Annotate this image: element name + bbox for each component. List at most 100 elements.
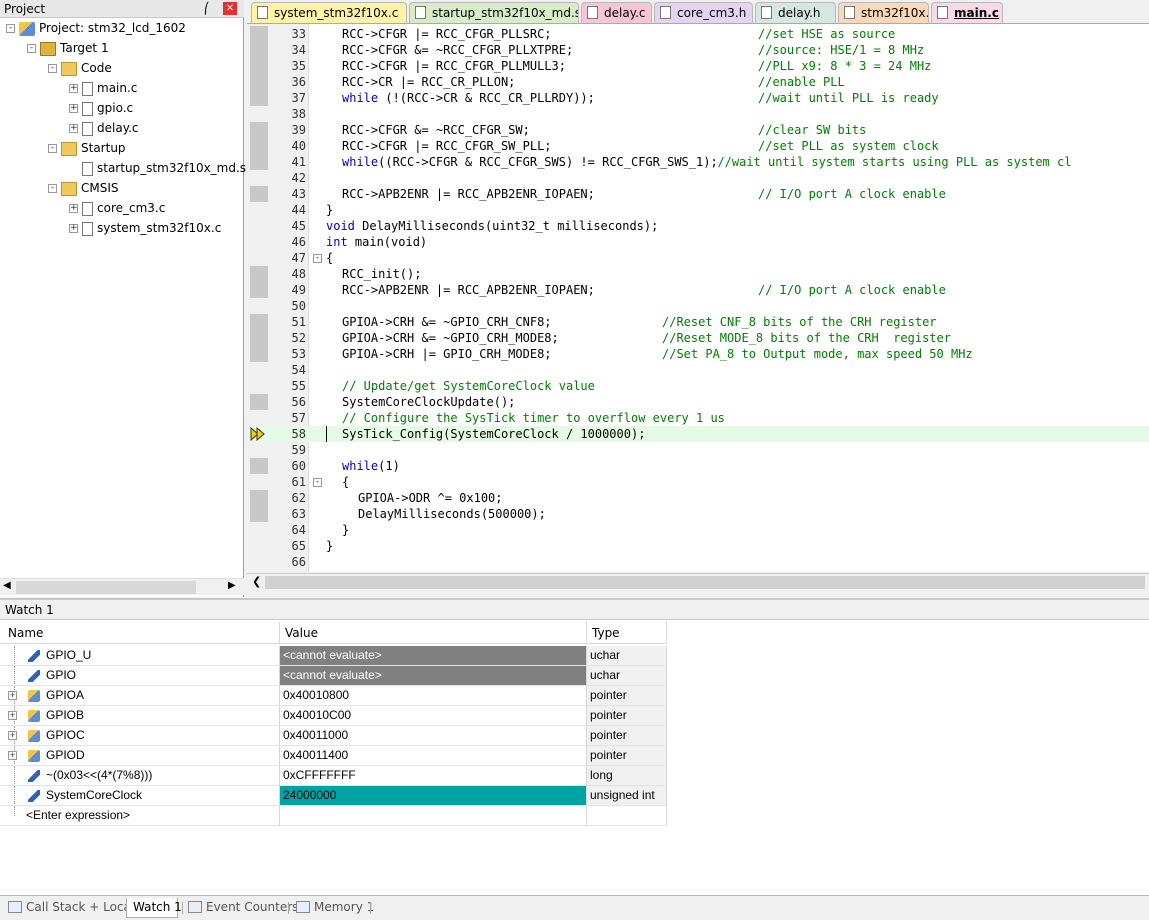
- expand-icon[interactable]: +: [8, 751, 17, 760]
- code-line[interactable]: 60 while(1): [247, 458, 1149, 474]
- watch-value-cell[interactable]: 0x40011400: [280, 746, 587, 766]
- tree-node[interactable]: + system_stm32f10x.c: [69, 218, 221, 238]
- watch-row[interactable]: + GPIOC 0x40011000 pointer: [0, 726, 667, 746]
- watch-name-cell[interactable]: GPIO: [0, 666, 280, 686]
- scrollbar-thumb[interactable]: [265, 576, 1145, 589]
- expand-icon[interactable]: +: [8, 711, 17, 720]
- watch-name-cell[interactable]: + GPIOB: [0, 706, 280, 726]
- code-line[interactable]: 62 GPIOA->ODR ^= 0x100;: [247, 490, 1149, 506]
- project-horizontal-scrollbar[interactable]: ◀ ▶: [0, 578, 244, 595]
- code-line[interactable]: 45 void DelayMilliseconds(uint32_t millis…: [247, 218, 1149, 234]
- column-header-name[interactable]: Name: [0, 622, 280, 644]
- editor-horizontal-scrollbar[interactable]: ❮: [247, 573, 1149, 590]
- tree-node[interactable]: + core_cm3.c: [69, 198, 165, 218]
- tree-node[interactable]: + main.c: [69, 78, 137, 98]
- editor-tab[interactable]: stm32f10x.h: [838, 2, 929, 23]
- editor-tab[interactable]: startup_stm32f10x_md.s: [409, 2, 579, 23]
- code-line[interactable]: 51 GPIOA->CRH &= ~GPIO_CRH_CNF8; //Reset C…: [247, 314, 1149, 330]
- code-line[interactable]: 47-{: [247, 250, 1149, 266]
- code-line[interactable]: 56 SystemCoreClockUpdate();: [247, 394, 1149, 410]
- code-line[interactable]: 40 RCC->CFGR |= RCC_CFGR_SW_PLL; //set PLL…: [247, 138, 1149, 154]
- scroll-left-icon[interactable]: ◀: [3, 580, 11, 591]
- watch-name-cell[interactable]: + GPIOC: [0, 726, 280, 746]
- code-line[interactable]: 55 // Update/get SystemCoreClock value: [247, 378, 1149, 394]
- code-line[interactable]: 38: [247, 106, 1149, 122]
- collapse-icon[interactable]: -: [48, 184, 57, 193]
- scrollbar-thumb[interactable]: [16, 581, 196, 594]
- watch-name-cell[interactable]: + GPIOD: [0, 746, 280, 766]
- code-line[interactable]: 41 while((RCC->CFGR & RCC_CFGR_SWS) != RC…: [247, 154, 1149, 170]
- code-line[interactable]: 53 GPIOA->CRH |= GPIO_CRH_MODE8; //Set PA_…: [247, 346, 1149, 362]
- expand-icon[interactable]: +: [69, 84, 78, 93]
- code-line[interactable]: 35 RCC->CFGR |= RCC_CFGR_PLLMULL3; //PLL x…: [247, 58, 1149, 74]
- expand-icon[interactable]: +: [69, 224, 78, 233]
- collapse-icon[interactable]: -: [6, 24, 15, 33]
- code-line[interactable]: 61- {: [247, 474, 1149, 490]
- code-line[interactable]: 49 RCC->APB2ENR |= RCC_APB2ENR_IOPAEN; // …: [247, 282, 1149, 298]
- code-line[interactable]: 37 while (!(RCC->CR & RCC_CR_PLLRDY)); //w…: [247, 90, 1149, 106]
- expand-icon[interactable]: +: [8, 691, 17, 700]
- code-line[interactable]: 36 RCC->CR |= RCC_CR_PLLON; //enable PLL: [247, 74, 1149, 90]
- code-line[interactable]: 33 RCC->CFGR |= RCC_CFGR_PLLSRC; //set HSE…: [247, 26, 1149, 42]
- bottom-tab[interactable]: Memory 1: [292, 898, 374, 918]
- tree-node[interactable]: - Code: [48, 58, 112, 78]
- watch-value-cell[interactable]: 0x40010C00: [280, 706, 587, 726]
- tree-node[interactable]: + delay.c: [69, 118, 139, 138]
- watch-name-cell[interactable]: GPIO_U: [0, 646, 280, 666]
- code-editor[interactable]: 33 RCC->CFGR |= RCC_CFGR_PLLSRC; //set HSE…: [247, 24, 1149, 572]
- watch-row[interactable]: ~(0x03<<(4*(7%8))) 0xCFFFFFFF long: [0, 766, 667, 786]
- code-line[interactable]: 34 RCC->CFGR &= ~RCC_CFGR_PLLXTPRE; //sour…: [247, 42, 1149, 58]
- tree-node[interactable]: - Target 1: [27, 38, 109, 58]
- code-line[interactable]: 50: [247, 298, 1149, 314]
- watch-row[interactable]: GPIO <cannot evaluate> uchar: [0, 666, 667, 686]
- tree-node[interactable]: - Startup: [48, 138, 126, 158]
- code-line[interactable]: 52 GPIOA->CRH &= ~GPIO_CRH_MODE8; //Reset …: [247, 330, 1149, 346]
- code-line[interactable]: 63 DelayMilliseconds(500000);: [247, 506, 1149, 522]
- watch-value-cell[interactable]: <cannot evaluate>: [280, 646, 587, 666]
- code-line[interactable]: 44}: [247, 202, 1149, 218]
- bottom-tab[interactable]: Event Counters: [184, 898, 298, 918]
- expand-icon[interactable]: +: [69, 204, 78, 213]
- scroll-right-icon[interactable]: ▶: [228, 580, 236, 591]
- watch-value-cell[interactable]: 0xCFFFFFFF: [280, 766, 587, 786]
- scroll-left-icon[interactable]: ❮: [252, 575, 261, 588]
- bottom-tab[interactable]: Call Stack + Locals: [4, 898, 140, 918]
- collapse-icon[interactable]: -: [48, 64, 57, 73]
- watch-row[interactable]: + GPIOA 0x40010800 pointer: [0, 686, 667, 706]
- current-code-line[interactable]: 58 SysTick_Config(SystemCoreClock / 10000…: [247, 426, 1149, 442]
- enter-expression-row[interactable]: <Enter expression>: [0, 806, 667, 826]
- watch-row[interactable]: + GPIOB 0x40010C00 pointer: [0, 706, 667, 726]
- expand-icon[interactable]: +: [69, 104, 78, 113]
- watch-name-cell[interactable]: ~(0x03<<(4*(7%8))): [0, 766, 280, 786]
- code-line[interactable]: 65}: [247, 538, 1149, 554]
- editor-tab[interactable]: delay.c: [581, 2, 652, 23]
- code-line[interactable]: 39 RCC->CFGR &= ~RCC_CFGR_SW; //clear SW b…: [247, 122, 1149, 138]
- pin-icon[interactable]: ⎛: [204, 2, 210, 15]
- column-header-type[interactable]: Type: [587, 622, 667, 644]
- collapse-icon[interactable]: -: [27, 44, 36, 53]
- watch-value-cell[interactable]: 0x40011000: [280, 726, 587, 746]
- tree-node[interactable]: - CMSIS: [48, 178, 119, 198]
- fold-collapse-icon[interactable]: -: [313, 254, 322, 263]
- collapse-icon[interactable]: -: [48, 144, 57, 153]
- column-header-value[interactable]: Value: [280, 622, 587, 644]
- code-line[interactable]: 48 RCC_init();: [247, 266, 1149, 282]
- bottom-tab[interactable]: Watch 1: [126, 898, 182, 918]
- code-line[interactable]: 66: [247, 554, 1149, 570]
- watch-row[interactable]: GPIO_U <cannot evaluate> uchar: [0, 646, 667, 666]
- code-line[interactable]: 57 // Configure the SysTick timer to over…: [247, 410, 1149, 426]
- code-line[interactable]: 46 int main(void): [247, 234, 1149, 250]
- watch-value-cell[interactable]: <cannot evaluate>: [280, 666, 587, 686]
- watch-value-cell[interactable]: 24000000: [280, 786, 587, 806]
- enter-expression-input[interactable]: <Enter expression>: [26, 806, 130, 825]
- code-line[interactable]: 42: [247, 170, 1149, 186]
- editor-tab[interactable]: core_cm3.h: [654, 2, 753, 23]
- tree-node[interactable]: - Project: stm32_lcd_1602: [6, 18, 186, 38]
- watch-row[interactable]: + GPIOD 0x40011400 pointer: [0, 746, 667, 766]
- code-line[interactable]: 59: [247, 442, 1149, 458]
- watch-name-cell[interactable]: + GPIOA: [0, 686, 280, 706]
- close-icon[interactable]: ✕: [223, 2, 237, 15]
- watch-row[interactable]: SystemCoreClock 24000000 unsigned int: [0, 786, 667, 806]
- enter-expression-cell[interactable]: <Enter expression>: [0, 806, 280, 826]
- editor-tab[interactable]: delay.h: [755, 2, 836, 23]
